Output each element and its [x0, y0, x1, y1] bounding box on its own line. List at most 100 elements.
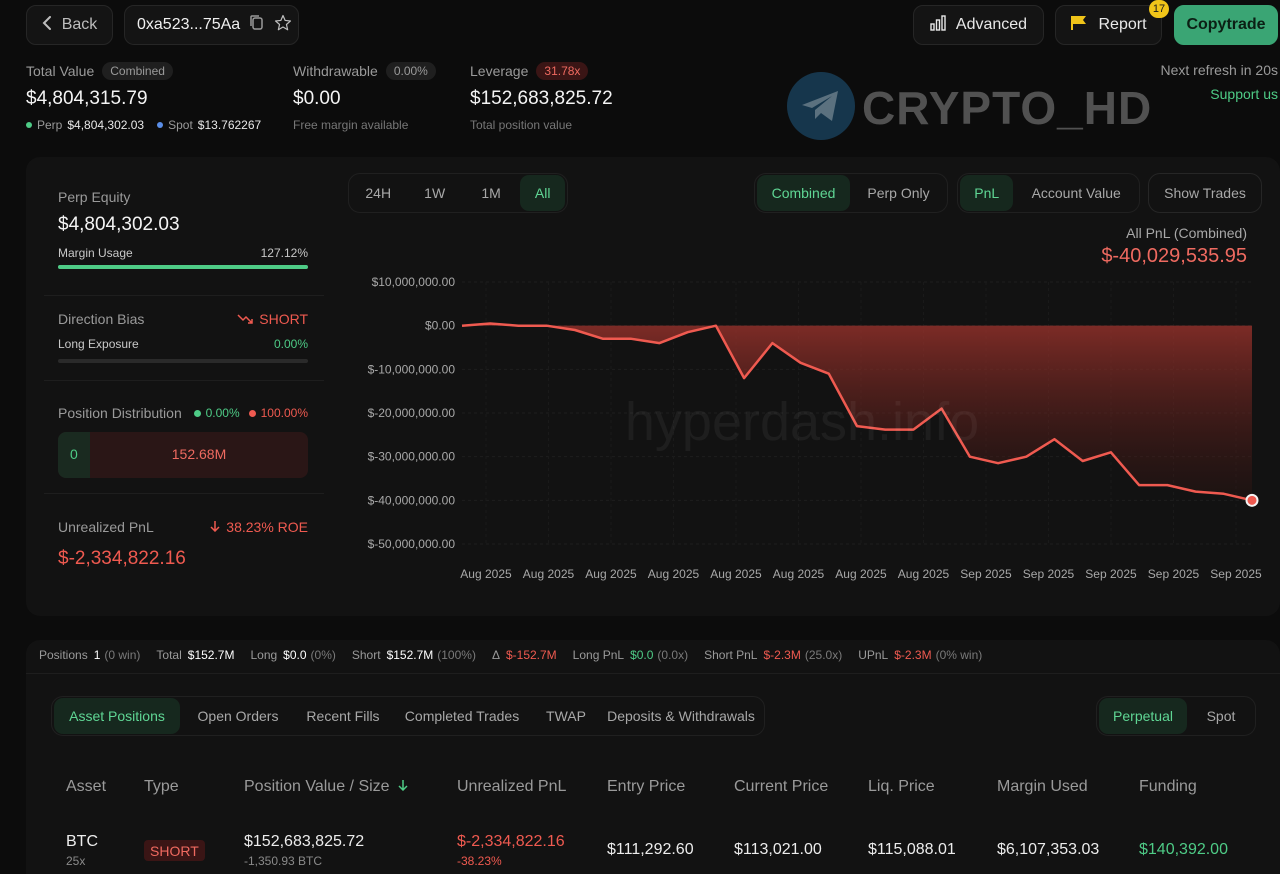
summary-stat-3: Short $152.7M (100%)	[352, 648, 476, 664]
advanced-button[interactable]: Advanced	[913, 5, 1044, 45]
summary-stat-value: $152.7M	[187, 648, 235, 662]
summary-stat-label: UPnL	[858, 648, 889, 662]
combined-pill: Combined	[102, 62, 173, 80]
y-tick-label: $10,000,000.00	[372, 275, 456, 289]
y-tick-label: $0.00	[425, 319, 455, 333]
summary-stat-extra: (0.0x)	[657, 648, 689, 662]
x-tick-label: Sep 2025	[1210, 567, 1262, 581]
range-1w[interactable]: 1W	[407, 175, 461, 211]
col-funding: Funding	[1139, 778, 1197, 795]
roe-text: 38.23% ROE	[226, 519, 308, 535]
perp-equity-label: Perp Equity	[58, 189, 131, 205]
unrealized-pnl-value: $-2,334,822.16	[58, 548, 186, 569]
perp-dot-icon	[26, 122, 32, 128]
row-unrealized-pct: -38.23%	[457, 854, 502, 868]
range-all[interactable]: All	[520, 175, 566, 211]
row-type: SHORT	[150, 842, 199, 859]
row-funding: $140,392.00	[1139, 841, 1228, 858]
summary-stat-label: Long PnL	[572, 648, 625, 662]
mode-selector: Combined Perp Only	[754, 173, 948, 213]
tab-recent-fills[interactable]: Recent Fills	[296, 698, 390, 734]
tab-deposits-withdrawals[interactable]: Deposits & Withdrawals	[600, 698, 762, 734]
margin-usage-fill	[58, 265, 308, 269]
x-tick-label: Aug 2025	[460, 567, 512, 581]
x-tick-label: Aug 2025	[710, 567, 762, 581]
mode-combined[interactable]: Combined	[757, 175, 850, 211]
report-button[interactable]: Report	[1055, 5, 1162, 45]
chevron-left-icon	[42, 15, 52, 35]
tab-open-orders[interactable]: Open Orders	[182, 698, 294, 734]
short-dot-icon	[248, 409, 256, 417]
spot-dot-icon	[157, 122, 164, 128]
arrow-down-icon	[210, 519, 220, 535]
col-margin-used: Margin Used	[997, 778, 1088, 795]
position-distribution-label: Position Distribution	[58, 405, 182, 421]
mode-perp-only[interactable]: Perp Only	[852, 175, 945, 211]
metric-pnl[interactable]: PnL	[960, 175, 1014, 211]
pnl-end-point[interactable]	[1245, 493, 1259, 507]
col-liq-price: Liq. Price	[868, 778, 935, 795]
y-tick-label: $-40,000,000.00	[368, 493, 456, 507]
long-exposure-bar	[58, 359, 308, 363]
summary-stat-1: Total $152.7M	[156, 648, 234, 664]
row-unrealized-pnl: $-2,334,822.16	[457, 833, 565, 850]
leverage-pill: 31.78x	[536, 62, 589, 80]
margin-usage-label: Margin Usage	[58, 246, 133, 260]
chart-watermark: hyperdash.info	[625, 392, 979, 452]
show-trades-button[interactable]: Show Trades	[1148, 173, 1262, 213]
leverage-block: Leverage 31.78x $152,683,825.72 Total po…	[470, 62, 670, 132]
row-size: -1,350.93 BTC	[244, 854, 323, 868]
support-link[interactable]: Support us	[1078, 86, 1278, 102]
x-tick-label: Sep 2025	[960, 567, 1012, 581]
tab-asset-positions[interactable]: Asset Positions	[54, 698, 180, 734]
col-position-value-label: Position Value / Size	[244, 778, 390, 795]
telegram-icon	[786, 71, 856, 146]
refresh-timer: Next refresh in 20s	[1160, 62, 1279, 78]
market-spot[interactable]: Spot	[1189, 698, 1253, 734]
range-24h[interactable]: 24H	[351, 175, 405, 211]
col-unrealized-pnl: Unrealized PnL	[457, 778, 567, 795]
total-value-label: Total Value	[26, 63, 95, 79]
range-1m[interactable]: 1M	[464, 175, 518, 211]
star-icon[interactable]	[274, 14, 292, 37]
tab-completed-trades[interactable]: Completed Trades	[392, 698, 532, 734]
col-current-price: Current Price	[734, 778, 829, 795]
perp-label: Perp	[37, 118, 63, 132]
col-type: Type	[144, 778, 179, 795]
divider	[26, 673, 1280, 674]
x-tick-label: Aug 2025	[898, 567, 950, 581]
summary-stat-value: 1	[93, 648, 101, 662]
row-liq-price: $115,088.01	[868, 841, 956, 858]
x-tick-label: Aug 2025	[648, 567, 700, 581]
summary-stat-label: Positions	[39, 648, 88, 662]
withdrawable-sub: Free margin available	[293, 118, 409, 132]
address-box: 0xa523...75Aa	[124, 5, 299, 45]
report-label: Report	[1098, 16, 1147, 33]
sort-down-icon	[398, 778, 408, 796]
long-pct: 0.00%	[205, 406, 240, 420]
copy-icon[interactable]	[250, 14, 264, 36]
pnl-total: $-40,029,535.95	[1101, 245, 1247, 267]
summary-stat-extra: (0 win)	[104, 648, 141, 662]
summary-stat-value: $-152.7M	[505, 648, 557, 662]
pnl-chart: $10,000,000.00 $0.00 $-10,000,000.00 $-20,0…	[368, 275, 1262, 581]
divider	[44, 493, 324, 494]
tab-twap[interactable]: TWAP	[534, 698, 598, 734]
copytrade-button[interactable]: Copytrade	[1174, 5, 1278, 45]
direction-bias-value: SHORT	[208, 311, 308, 327]
summary-stat-extra: (100%)	[437, 648, 476, 662]
col-position-value[interactable]: Position Value / Size	[244, 778, 408, 796]
distribution-long-value: 0	[70, 446, 78, 462]
summary-stat-6: Short PnL $-2.3M (25.0x)	[704, 648, 842, 664]
x-tick-label: Sep 2025	[1023, 567, 1075, 581]
back-button[interactable]: Back	[26, 5, 113, 45]
summary-stat-5: Long PnL $0.0 (0.0x)	[573, 648, 688, 664]
market-type-tabs: Perpetual Spot	[1096, 696, 1256, 736]
summary-stat-2: Long $0.0 (0%)	[250, 648, 335, 664]
direction-bias-text: SHORT	[259, 311, 308, 327]
metric-account-value[interactable]: Account Value	[1015, 175, 1137, 211]
summary-stat-value: $0.0	[630, 648, 654, 662]
long-exposure-label: Long Exposure	[58, 337, 139, 351]
flag-icon	[1070, 15, 1088, 36]
market-perpetual[interactable]: Perpetual	[1099, 698, 1187, 734]
